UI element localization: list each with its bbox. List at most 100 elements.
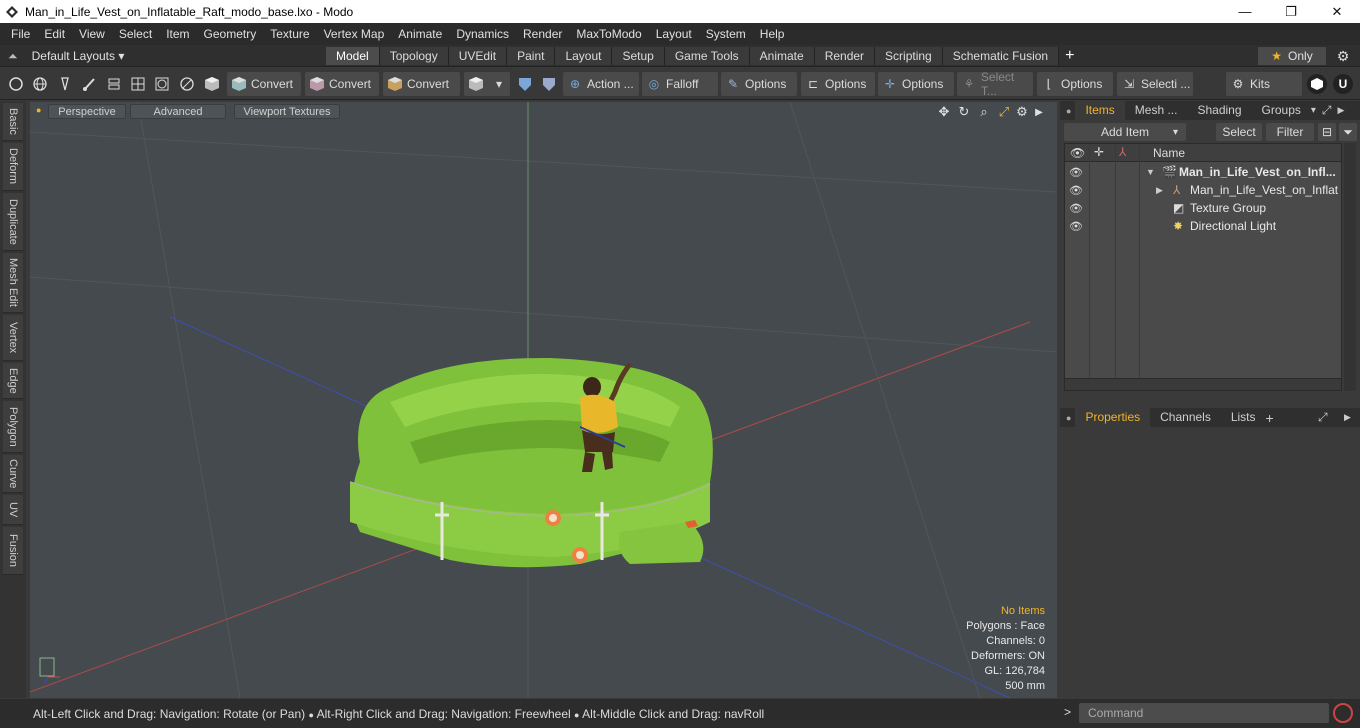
pen-tool-icon[interactable] [55, 74, 75, 94]
edge-mode-icon[interactable] [104, 74, 124, 94]
viewport-gear-icon[interactable]: ⚙ [1014, 104, 1030, 120]
workplane-icon[interactable] [539, 74, 559, 94]
menu-dynamics[interactable]: Dynamics [449, 23, 516, 45]
tab-game-tools[interactable]: Game Tools [664, 47, 750, 65]
tab-topology[interactable]: Topology [379, 47, 449, 65]
falloff-button[interactable]: ◎ Falloff [642, 72, 718, 96]
funnel-icon[interactable]: ⏷ [1339, 123, 1357, 141]
vtab-basic[interactable]: Basic [3, 103, 23, 141]
selection-sets-button[interactable]: ⇲ Selecti ... [1117, 72, 1193, 96]
panel-expand-icon[interactable]: ⤢ [1318, 410, 1328, 425]
filter-button[interactable]: Filter [1266, 123, 1314, 141]
polygon-mode-icon[interactable] [128, 74, 148, 94]
menu-edit[interactable]: Edit [37, 23, 72, 45]
zoom-icon[interactable]: ⌕ [976, 104, 992, 120]
perspective-button[interactable]: Perspective [48, 104, 126, 119]
panel-menu-icon[interactable]: ▾ [1311, 105, 1316, 116]
default-layouts-dropdown[interactable]: ⏶ Default Layouts ▾ [8, 45, 124, 67]
vtab-mesh-edit[interactable]: Mesh Edit [3, 253, 23, 313]
list-item[interactable]: 👁 ◩ Texture Group [1065, 199, 1341, 217]
collapsed-arrow-icon[interactable]: ▶ [1156, 185, 1163, 196]
visibility-eye-icon[interactable]: 👁 [1068, 202, 1084, 215]
tab-render[interactable]: Render [814, 47, 876, 65]
tab-setup[interactable]: Setup [612, 47, 665, 65]
menu-geometry[interactable]: Geometry [197, 23, 264, 45]
maximize-viewport-icon[interactable]: ⤢ [996, 104, 1012, 120]
vtab-curve[interactable]: Curve [3, 455, 23, 493]
tab-paint[interactable]: Paint [507, 47, 556, 65]
material-mode-icon[interactable] [177, 74, 197, 94]
add-tab-plus-icon[interactable]: + [1065, 47, 1074, 65]
panel-more-icon[interactable]: ▶ [1344, 412, 1351, 423]
menu-select[interactable]: Select [112, 23, 159, 45]
tab-items[interactable]: Items [1075, 101, 1125, 120]
tab-groups[interactable]: Groups [1252, 101, 1311, 120]
options-button-1[interactable]: ✎ Options [721, 72, 797, 96]
options-button-2[interactable]: ⊏ Options [801, 72, 875, 96]
convert-button-2[interactable]: Convert [305, 72, 379, 96]
vtab-vertex[interactable]: Vertex [3, 315, 23, 361]
item-list-scrollbar[interactable] [1344, 143, 1356, 391]
menu-render[interactable]: Render [516, 23, 569, 45]
vtab-fusion[interactable]: Fusion [3, 527, 23, 575]
tab-lists[interactable]: Lists [1221, 408, 1266, 427]
select-through-button[interactable]: ⚘ Select T... [957, 70, 1033, 98]
symmetry-icon[interactable] [515, 74, 535, 94]
tab-channels[interactable]: Channels [1150, 408, 1221, 427]
menu-item[interactable]: Item [159, 23, 196, 45]
options-button-3[interactable]: ✛ Options [878, 72, 954, 96]
panel-expand-icon[interactable]: ⤢ [1322, 103, 1332, 118]
menu-file[interactable]: File [4, 23, 37, 45]
select-button[interactable]: Select [1216, 123, 1262, 141]
visibility-eye-icon[interactable]: 👁 [1068, 166, 1084, 179]
tab-animate[interactable]: Animate [749, 47, 815, 65]
list-item[interactable]: 👁 ▶ ⅄ Man_in_Life_Vest_on_Inflat ... [1065, 181, 1341, 199]
unreal-icon[interactable]: U [1333, 74, 1353, 94]
menu-animate[interactable]: Animate [391, 23, 449, 45]
panel-dot-icon[interactable]: ● [1066, 413, 1071, 423]
unity-icon[interactable] [1307, 74, 1327, 94]
rotate-icon[interactable]: ↻ [956, 104, 972, 120]
convert-button-3[interactable]: Convert [383, 72, 460, 96]
command-input[interactable]: Command [1079, 703, 1329, 723]
brush-tool-icon[interactable] [79, 74, 99, 94]
record-macro-icon[interactable] [1333, 703, 1353, 723]
viewport-textures-button[interactable]: Viewport Textures [234, 104, 340, 119]
expanded-arrow-icon[interactable]: ▼ [1146, 167, 1155, 177]
kits-button[interactable]: ⚙ Kits [1226, 72, 1302, 96]
list-item[interactable]: 👁 ✸ Directional Light [1065, 217, 1341, 235]
3d-viewport[interactable]: ● Perspective Advanced Viewport Textures… [30, 102, 1057, 698]
add-tab-plus-icon[interactable]: + [1266, 410, 1274, 426]
vtab-polygon[interactable]: Polygon [3, 401, 23, 453]
tab-scripting[interactable]: Scripting [875, 47, 943, 65]
only-toggle-button[interactable]: ★ Only [1258, 47, 1326, 65]
viewport-expand-icon[interactable]: ▶ [1031, 104, 1047, 120]
menu-vertex-map[interactable]: Vertex Map [317, 23, 392, 45]
advanced-button[interactable]: Advanced [130, 104, 226, 119]
maximize-button[interactable]: ❐ [1268, 0, 1314, 23]
layout-gear-icon[interactable]: ⚙ [1333, 47, 1353, 65]
list-scroll-handle[interactable] [1065, 378, 1341, 390]
pan-icon[interactable]: ✥ [936, 104, 952, 120]
list-item[interactable]: 👁 ▼ 🎬 Man_in_Life_Vest_on_Infl... [1065, 163, 1341, 181]
panel-dot-icon[interactable]: ● [1066, 106, 1071, 116]
add-item-button[interactable]: Add Item ▾ [1064, 123, 1186, 141]
tab-model[interactable]: Model [326, 47, 380, 65]
mesh-dropdown[interactable]: ▾ [464, 72, 510, 96]
options-button-4[interactable]: ⌊ Options [1037, 72, 1113, 96]
action-center-button[interactable]: ⊕ Action ... [563, 72, 639, 96]
vtab-edge[interactable]: Edge [3, 363, 23, 399]
tab-uvedit[interactable]: UVEdit [448, 47, 508, 65]
tab-mesh[interactable]: Mesh ... [1125, 101, 1188, 120]
tab-schematic-fusion[interactable]: Schematic Fusion [942, 47, 1060, 65]
vtab-duplicate[interactable]: Duplicate [3, 193, 23, 251]
tab-properties[interactable]: Properties [1075, 408, 1151, 427]
vertex-mode-icon[interactable] [6, 74, 26, 94]
visibility-eye-icon[interactable]: 👁 [1068, 184, 1084, 197]
menu-system[interactable]: System [699, 23, 753, 45]
close-button[interactable]: ✕ [1314, 0, 1360, 23]
convert-button-1[interactable]: Convert [227, 72, 301, 96]
menu-help[interactable]: Help [753, 23, 792, 45]
tab-shading[interactable]: Shading [1187, 101, 1251, 120]
vtab-uv[interactable]: UV [3, 495, 23, 525]
